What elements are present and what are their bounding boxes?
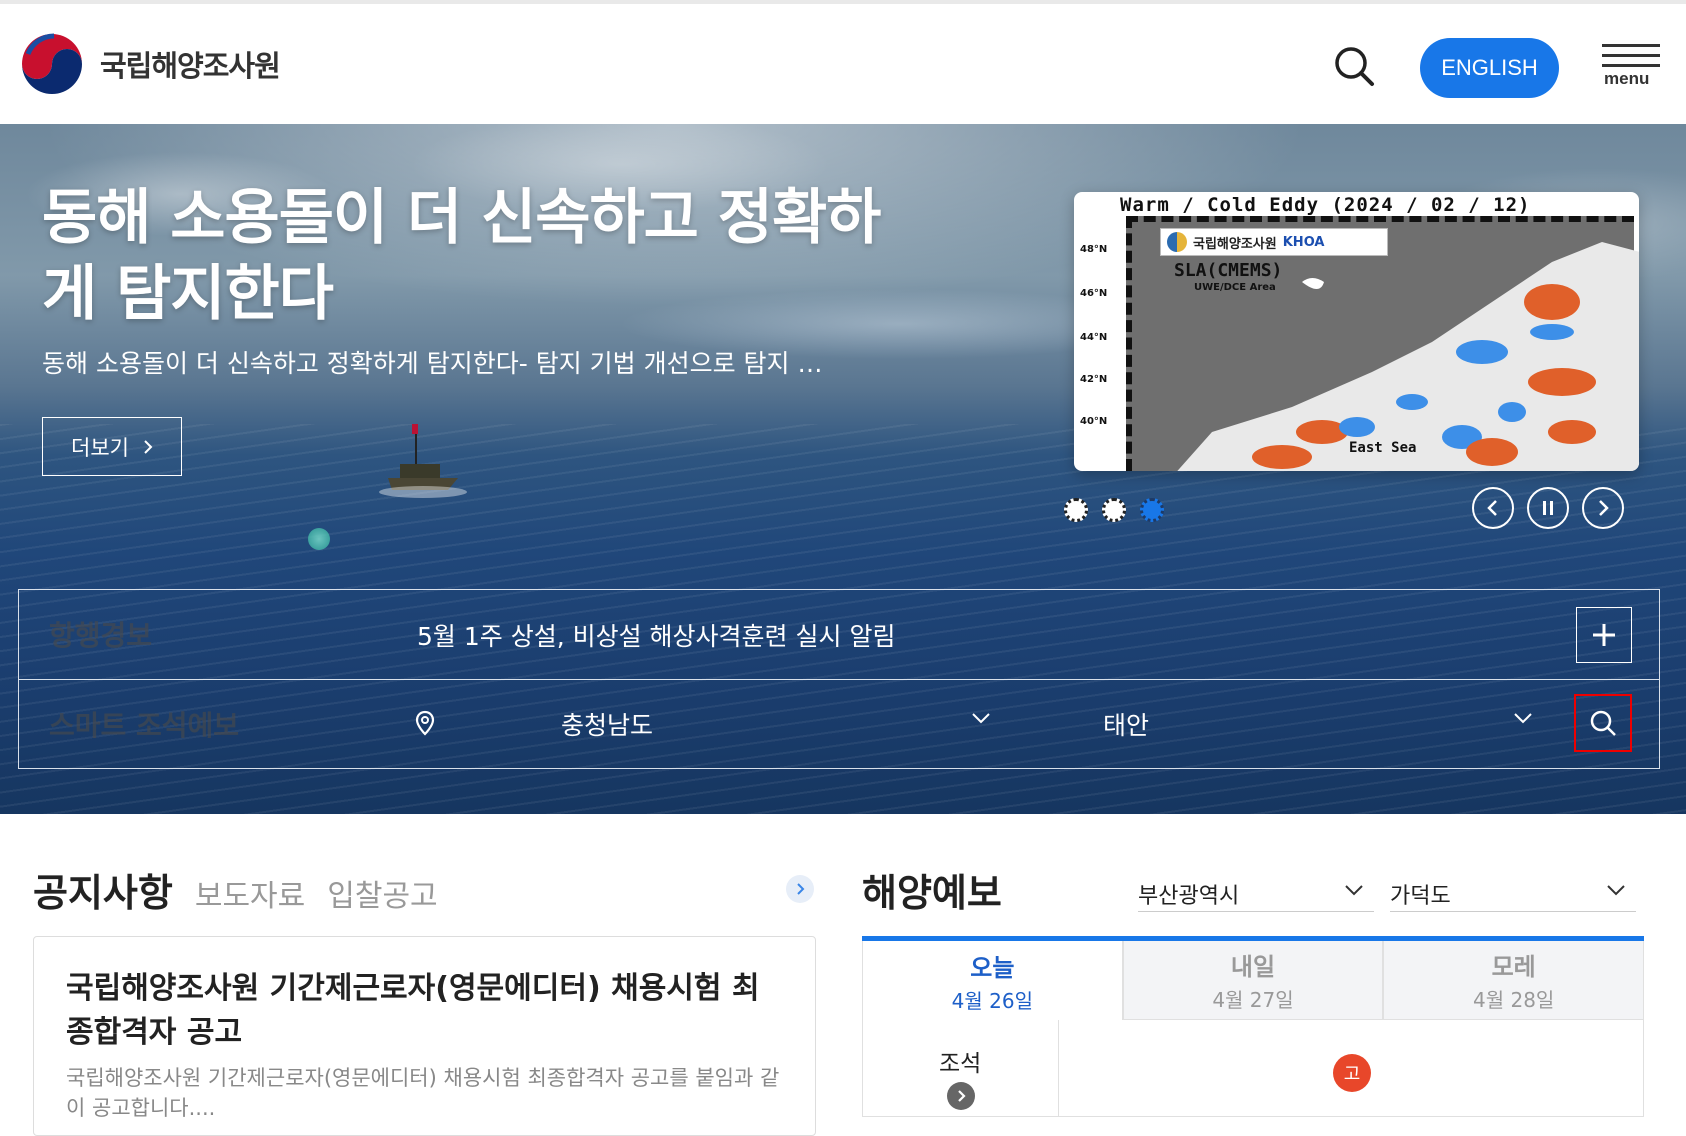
slide-dot-2[interactable]	[1102, 498, 1126, 522]
forecast-table: 조석 고	[862, 1020, 1644, 1117]
chevron-down-icon	[1514, 713, 1532, 724]
area-select[interactable]: 태안	[1103, 704, 1533, 744]
english-button[interactable]: ENGLISH	[1420, 38, 1559, 98]
map-badge-org: 국립해양조사원	[1193, 236, 1277, 252]
site-header: 국립해양조사원 ENGLISH menu	[0, 0, 1686, 124]
tab-day-name: 모레	[1491, 953, 1536, 981]
chevron-down-icon	[1345, 885, 1363, 896]
taegeuk-logo-icon	[20, 32, 84, 96]
tab-notices[interactable]: 공지사항	[33, 862, 173, 917]
chevron-right-icon	[1599, 500, 1609, 516]
site-logo[interactable]: 국립해양조사원	[18, 30, 281, 98]
forecast-row-header: 조석	[863, 1020, 1059, 1117]
map-sea-label: East Sea	[1349, 440, 1417, 456]
chevron-right-icon	[958, 1090, 966, 1102]
tab-day-name: 오늘	[970, 953, 1015, 982]
pause-icon	[1543, 501, 1553, 515]
plus-icon	[1593, 624, 1615, 646]
header-search-button[interactable]	[1332, 44, 1376, 88]
navigation-warning-label: 항행경보	[49, 619, 153, 652]
forecast-spot-select[interactable]: 가덕도	[1390, 876, 1636, 912]
tab-bid-notices[interactable]: 입찰공고	[327, 871, 437, 915]
hero-title: 동해 소용돌이 더 신속하고 정확하게 탐지한다	[42, 183, 881, 329]
location-pin-icon	[415, 710, 435, 736]
tide-forecast-label: 스마트 조석예보	[49, 709, 240, 742]
prev-slide-button[interactable]	[1472, 487, 1514, 529]
site-name: 국립해양조사원	[100, 49, 281, 83]
map-lat-label: 40°N	[1080, 416, 1108, 427]
slide-dot-3[interactable]	[1140, 498, 1164, 522]
navigation-warning-row: 항행경보 5월 1주 상설, 비상설 해상사격훈련 실시 알림	[19, 590, 1659, 679]
menu-label: menu	[1604, 69, 1650, 88]
boat-image	[379, 424, 467, 498]
region-select[interactable]: 충청남도	[561, 704, 991, 744]
search-icon	[1590, 710, 1616, 736]
chevron-right-icon	[144, 439, 153, 454]
tab-day-date: 4월 28일	[1473, 988, 1555, 1012]
chevron-down-icon	[1607, 885, 1625, 896]
hero-banner: 동해 소용돌이 더 신속하고 정확하게 탐지한다 동해 소용돌이 더 신속하고 …	[0, 124, 1686, 814]
hero-subtitle: 동해 소용돌이 더 신속하고 정확하게 탐지한다- 탐지 기법 개선으로 탐지 …	[42, 349, 823, 378]
tide-row-label: 조석	[939, 1051, 982, 1077]
chevron-left-icon	[1487, 500, 1497, 516]
menu-line	[1602, 54, 1660, 57]
map-lat-label: 46°N	[1080, 288, 1108, 299]
slide-indicators	[1064, 498, 1164, 522]
notice-title: 국립해양조사원 기간제근로자(영문에디터) 채용시험 최종합격자 공고	[66, 971, 760, 1050]
next-slide-button[interactable]	[1582, 487, 1624, 529]
pause-slide-button[interactable]	[1527, 487, 1569, 529]
tide-search-button[interactable]	[1574, 694, 1632, 752]
search-icon	[1335, 47, 1374, 86]
forecast-spot-value: 가덕도	[1390, 883, 1451, 909]
map-badge-khoa: KHOA	[1282, 234, 1325, 250]
slide-dot-1[interactable]	[1064, 498, 1088, 522]
menu-line	[1602, 64, 1660, 67]
warning-more-button[interactable]	[1576, 607, 1632, 663]
notice-summary: 국립해양조사원 기간제근로자(영문에디터) 채용시험 최종합격자 공고를 붙임과…	[66, 1066, 780, 1120]
map-lat-label: 48°N	[1080, 244, 1108, 255]
notice-tabs: 공지사항 보도자료 입찰공고	[33, 862, 438, 917]
quick-info-panel: 항행경보 5월 1주 상설, 비상설 해상사격훈련 실시 알림 스마트 조석예보…	[18, 589, 1660, 769]
map-uwe-label: UWE/DCE Area	[1194, 282, 1276, 293]
tab-day-name: 내일	[1230, 953, 1276, 981]
menu-line	[1602, 44, 1660, 47]
tab-day-date: 4월 26일	[951, 988, 1033, 1013]
map-lat-label: 42°N	[1080, 374, 1108, 385]
chevron-right-icon	[797, 883, 805, 895]
forecast-city-value: 부산광역시	[1138, 883, 1240, 909]
forecast-day-tabs: 오늘 4월 26일 내일 4월 27일 모레 4월 28일	[862, 936, 1645, 1020]
tide-detail-button[interactable]	[947, 1082, 975, 1110]
map-lat-label: 44°N	[1080, 332, 1108, 343]
map-sla-label: SLA(CMEMS)	[1174, 260, 1283, 281]
tab-day-after[interactable]: 모레 4월 28일	[1383, 941, 1645, 1020]
more-button[interactable]: 더보기	[42, 417, 182, 476]
tab-press-releases[interactable]: 보도자료	[195, 871, 305, 915]
high-tide-badge: 고	[1333, 1054, 1371, 1092]
agency-logo-icon	[1167, 232, 1187, 252]
navigation-warning-link[interactable]: 5월 1주 상설, 비상설 해상사격훈련 실시 알림	[417, 617, 895, 653]
tide-forecast-row: 스마트 조석예보 충청남도 태안	[19, 679, 1659, 768]
menu-button[interactable]: menu	[1602, 44, 1660, 90]
region-select-value: 충청남도	[561, 711, 654, 740]
hero-slide-image[interactable]: Warm / Cold Eddy (2024 / 02 / 12) 48°N 4…	[1074, 192, 1639, 471]
forecast-city-select[interactable]: 부산광역시	[1138, 876, 1374, 912]
ocean-forecast-title: 해양예보	[862, 871, 1002, 915]
tab-today[interactable]: 오늘 4월 26일	[862, 941, 1123, 1020]
chevron-down-icon	[972, 713, 990, 724]
buoy-image	[308, 528, 330, 550]
tab-day-date: 4월 27일	[1212, 988, 1294, 1012]
notice-more-button[interactable]	[786, 875, 814, 903]
map-agency-badge: 국립해양조사원 KHOA	[1160, 228, 1388, 256]
map-title: Warm / Cold Eddy (2024 / 02 / 12)	[1120, 194, 1531, 216]
tab-tomorrow[interactable]: 내일 4월 27일	[1122, 941, 1384, 1020]
more-button-label: 더보기	[71, 435, 129, 460]
notice-card[interactable]: 국립해양조사원 기간제근로자(영문에디터) 채용시험 최종합격자 공고 국립해양…	[33, 936, 816, 1136]
area-select-value: 태안	[1103, 711, 1150, 740]
